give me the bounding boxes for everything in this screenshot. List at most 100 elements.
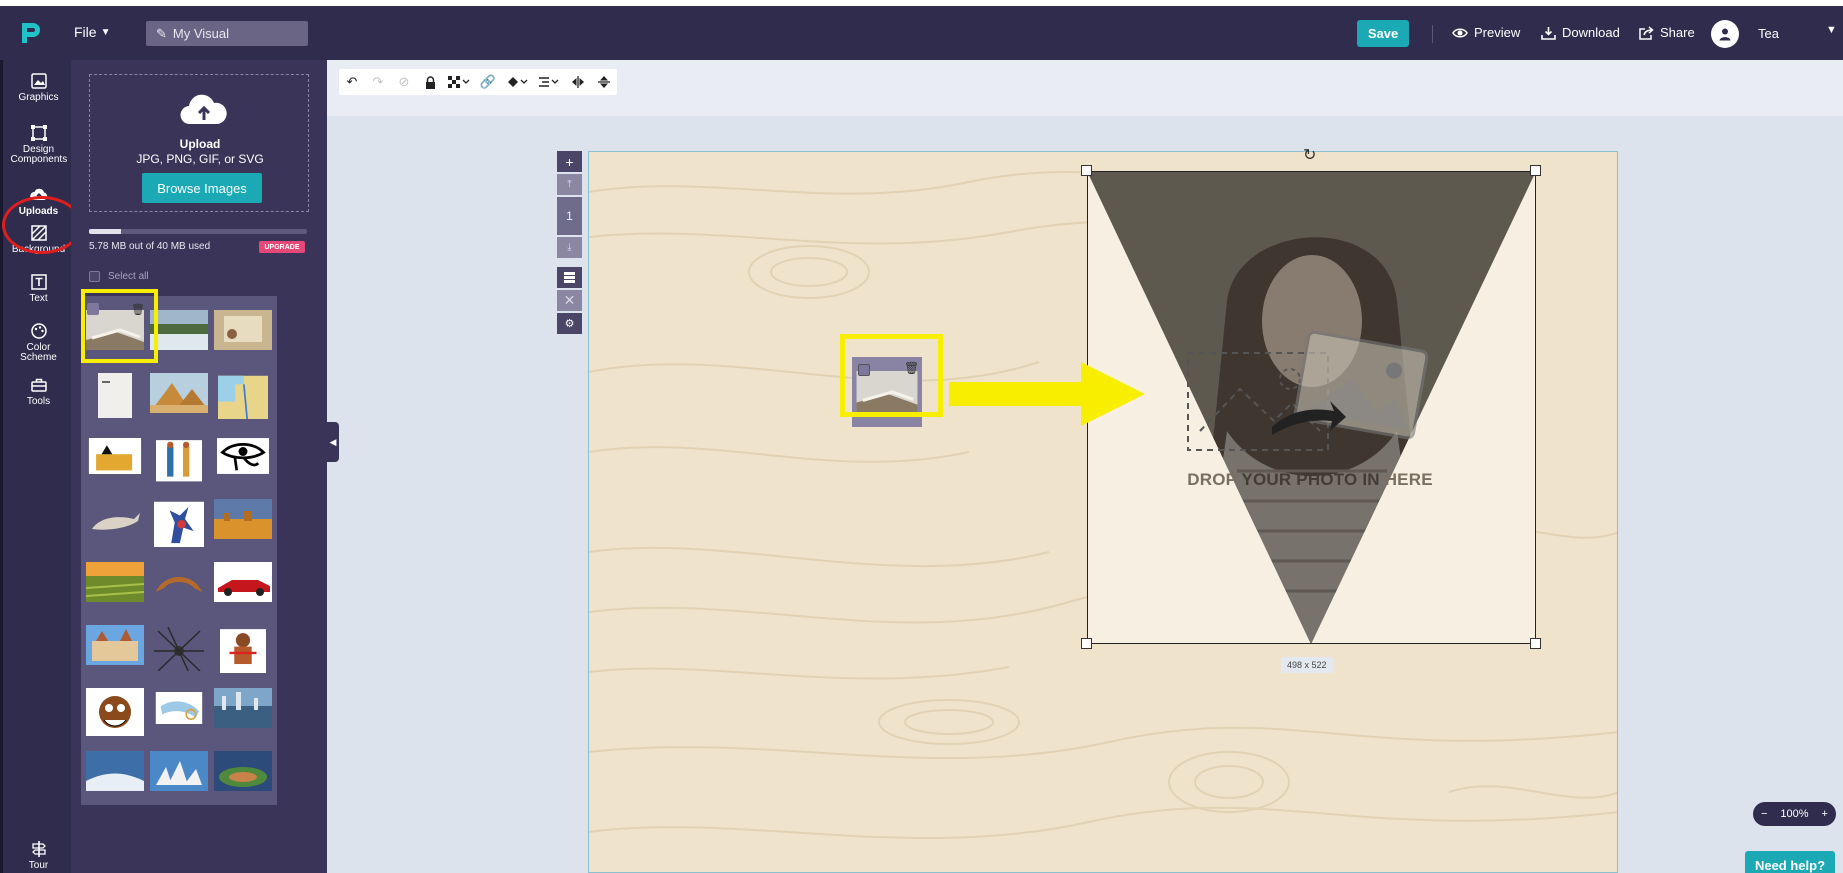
flip-vertical-icon[interactable]	[591, 69, 617, 95]
layers-icon	[564, 272, 575, 283]
signpost-icon	[31, 841, 46, 857]
thumb-image	[98, 373, 132, 418]
page-layout-button[interactable]	[557, 267, 582, 288]
upload-thumb[interactable]	[81, 611, 149, 679]
upload-thumb[interactable]	[145, 737, 213, 805]
upload-thumb[interactable]	[81, 422, 149, 490]
preview-label: Preview	[1474, 25, 1521, 40]
thumb-image	[220, 629, 266, 673]
redo-icon[interactable]: ↷	[365, 69, 391, 95]
preview-button[interactable]: Preview	[1452, 25, 1520, 40]
align-icon[interactable]	[533, 69, 565, 95]
need-help-button[interactable]: Need help?	[1745, 851, 1835, 873]
rail-item-color-scheme[interactable]: Color Scheme	[3, 322, 74, 363]
rail-item-tools[interactable]: Tools	[3, 376, 74, 407]
fill-icon[interactable]	[501, 69, 533, 95]
page-settings-button[interactable]: ⚙	[557, 313, 582, 334]
move-page-down-button[interactable]: ⤓	[557, 237, 582, 258]
storage-usage: 5.78 MB out of 40 MB used	[89, 241, 211, 252]
upload-thumb[interactable]	[81, 485, 149, 553]
upload-dropzone[interactable]: Upload JPG, PNG, GIF, or SVG Browse Imag…	[89, 74, 309, 212]
chevron-down-icon[interactable]: ▼	[1826, 24, 1837, 36]
thumb-image	[150, 751, 208, 791]
piktochart-logo-icon[interactable]	[18, 20, 44, 46]
share-icon	[1639, 25, 1654, 40]
upload-thumb[interactable]	[209, 611, 277, 679]
selection-box	[1087, 171, 1536, 644]
upload-thumb[interactable]	[209, 485, 277, 553]
thumb-image	[217, 438, 269, 474]
upload-thumb[interactable]	[145, 422, 213, 490]
rail-item-design-components[interactable]: Design Components	[3, 124, 74, 165]
upload-thumb[interactable]	[81, 737, 149, 805]
canvas-toolbar: ↶ ↷ ⊘ 🔗	[327, 60, 1843, 116]
add-page-button[interactable]: +	[557, 151, 582, 172]
undo-icon[interactable]: ↶	[339, 69, 365, 95]
upload-thumb[interactable]	[81, 548, 149, 616]
thumb-image	[154, 501, 204, 547]
upload-thumb[interactable]	[209, 737, 277, 805]
upload-thumb[interactable]	[145, 359, 213, 427]
text-icon	[30, 274, 47, 290]
rail-item-graphics[interactable]: Graphics	[3, 72, 74, 103]
rail-item-label: Graphics	[18, 92, 59, 103]
avatar[interactable]	[1711, 20, 1739, 48]
select-all-checkbox[interactable]	[89, 271, 100, 282]
file-menu[interactable]: File ▼	[74, 24, 110, 40]
upload-thumb[interactable]	[209, 548, 277, 616]
visual-title-value: My Visual	[172, 26, 230, 41]
rotate-icon[interactable]: ↻	[1303, 145, 1316, 165]
chevron-down-icon: ▼	[100, 26, 111, 38]
upload-thumb[interactable]	[145, 611, 213, 679]
upload-thumb[interactable]	[145, 674, 213, 742]
thumb-image	[150, 625, 208, 671]
toolbar-tools: ↶ ↷ ⊘ 🔗	[339, 69, 617, 95]
upload-thumb[interactable]	[209, 359, 277, 427]
resize-handle-top-left[interactable]	[1081, 165, 1092, 176]
transparency-icon[interactable]	[443, 69, 475, 95]
file-menu-label: File	[74, 24, 97, 40]
browse-images-button[interactable]: Browse Images	[142, 173, 262, 203]
delete-page-button[interactable]: ✕	[557, 290, 582, 311]
share-button[interactable]: Share	[1639, 25, 1695, 40]
upload-cloud-icon	[180, 94, 227, 125]
upload-thumb[interactable]	[209, 296, 277, 364]
move-page-up-button[interactable]: ⤒	[557, 174, 582, 195]
resize-handle-top-right[interactable]	[1530, 165, 1541, 176]
flip-horizontal-icon[interactable]	[565, 69, 591, 95]
user-name[interactable]: Tea	[1758, 26, 1779, 41]
eye-icon	[1452, 28, 1468, 37]
uploads-callout-circle	[2, 196, 82, 254]
gear-icon: ⚙	[564, 318, 575, 330]
lock-icon[interactable]	[417, 69, 443, 95]
download-button[interactable]: Download	[1541, 25, 1620, 40]
resize-handle-bottom-left[interactable]	[1081, 638, 1092, 649]
zoom-in-button[interactable]: +	[1822, 808, 1828, 820]
graphics-icon	[30, 73, 47, 89]
upgrade-badge[interactable]: UPGRADE	[259, 241, 305, 253]
upload-thumb[interactable]	[81, 674, 149, 742]
upload-thumb[interactable]	[209, 422, 277, 490]
zoom-out-button[interactable]: −	[1761, 808, 1767, 820]
design-components-icon	[30, 125, 47, 141]
thumb-image	[214, 310, 272, 350]
save-button[interactable]: Save	[1357, 20, 1409, 47]
resize-handle-bottom-right[interactable]	[1530, 638, 1541, 649]
visual-title-input[interactable]: ✎ My Visual	[146, 21, 308, 46]
rail-item-label: Tools	[26, 396, 51, 407]
collapse-panel-tab[interactable]: ◀	[327, 422, 339, 462]
rail-item-text[interactable]: Text	[3, 273, 74, 304]
stop-icon[interactable]: ⊘	[391, 69, 417, 95]
thumb-image	[214, 688, 272, 728]
rail-item-tour[interactable]: Tour	[3, 840, 74, 871]
upload-thumb[interactable]	[145, 485, 213, 553]
upload-thumb[interactable]	[81, 359, 149, 427]
upload-thumb[interactable]	[209, 674, 277, 742]
page-number[interactable]: 1	[557, 197, 582, 235]
uploads-panel: Upload JPG, PNG, GIF, or SVG Browse Imag…	[71, 60, 327, 873]
close-icon: ✕	[563, 292, 576, 308]
zoom-level[interactable]: 100%	[1780, 808, 1808, 820]
select-all[interactable]: Select all	[89, 271, 149, 282]
upload-thumb[interactable]	[145, 548, 213, 616]
link-icon[interactable]: 🔗	[475, 69, 501, 95]
